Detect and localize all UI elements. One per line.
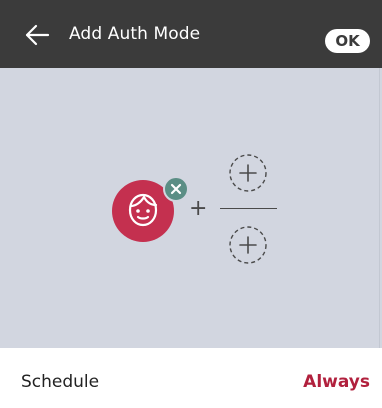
- add-auth-slot-top[interactable]: [228, 153, 268, 193]
- auth-combination-area: +: [0, 68, 382, 348]
- schedule-row[interactable]: Schedule Always: [0, 348, 382, 408]
- ok-button[interactable]: OK: [325, 29, 370, 53]
- arrow-left-icon: [25, 24, 50, 46]
- back-button[interactable]: [24, 24, 50, 46]
- auth-combination: +: [0, 68, 382, 348]
- page-title: Add Auth Mode: [69, 24, 201, 44]
- close-icon: [170, 183, 182, 195]
- schedule-value: Always: [303, 372, 370, 392]
- header-bar: Add Auth Mode OK: [0, 0, 382, 68]
- add-slot-icon: [229, 226, 267, 264]
- add-auth-slot-bottom[interactable]: [228, 225, 268, 265]
- or-divider-line: [220, 208, 277, 209]
- remove-face-button[interactable]: [163, 176, 189, 202]
- add-auth-mode-screen: Add Auth Mode OK + Schedule Always: [0, 0, 382, 408]
- add-slot-icon: [229, 154, 267, 192]
- and-operator: +: [189, 196, 208, 221]
- schedule-label: Schedule: [21, 372, 100, 392]
